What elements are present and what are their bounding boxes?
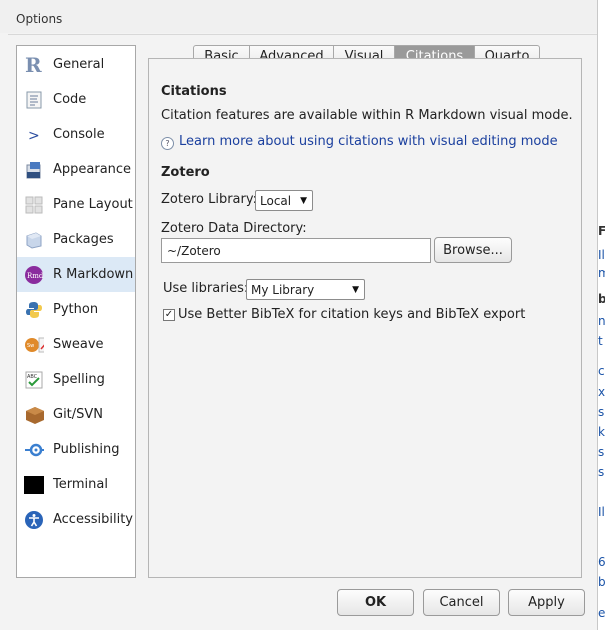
zotero-library-value: Local (260, 193, 292, 208)
background-text-fragment: t (598, 334, 603, 348)
citations-help-link[interactable]: Learn more about using citations with vi… (179, 134, 558, 149)
background-text-fragment: s (598, 465, 605, 479)
sidebar-item-label: Packages (53, 232, 114, 247)
ok-button[interactable]: OK (337, 589, 414, 616)
sidebar-item-terminal[interactable]: Terminal (17, 467, 135, 502)
browse-button[interactable]: Browse... (434, 237, 512, 263)
r-logo-icon: R (24, 55, 44, 75)
sidebar-item-label: Terminal (53, 477, 108, 492)
background-text-fragment: c (598, 364, 605, 378)
packages-box-icon (24, 230, 44, 250)
git-svn-box-icon (24, 405, 44, 425)
svg-text:>: > (28, 128, 40, 144)
better-bibtex-checkbox[interactable]: ✓ (163, 309, 175, 321)
checkmark-icon: ✓ (164, 309, 174, 320)
sidebar-item-sweave[interactable]: Sw Sweave (17, 327, 135, 362)
options-dialog: Options R General Code > Console Appearance Pa… (0, 0, 598, 630)
background-text-fragment: e (598, 606, 605, 620)
pane-layout-icon (24, 195, 44, 215)
sidebar-item-git-svn[interactable]: Git/SVN (17, 397, 135, 432)
dropdown-arrow-icon: ▼ (300, 195, 307, 206)
sidebar-item-label: Code (53, 92, 87, 107)
spelling-check-icon: ABC (24, 370, 44, 390)
use-libraries-select[interactable]: My Library ▼ (246, 279, 365, 300)
svg-text:ABC: ABC (27, 374, 38, 380)
zotero-data-directory-input[interactable]: ~/Zotero (161, 238, 431, 263)
title-separator (8, 34, 597, 35)
appearance-paint-icon (24, 160, 44, 180)
sidebar-item-r-markdown[interactable]: Rmd R Markdown (17, 257, 135, 292)
svg-text:Sw: Sw (27, 343, 34, 349)
title-bar[interactable]: Options (0, 0, 597, 33)
sidebar-item-general[interactable]: R General (17, 47, 135, 82)
citations-heading: Citations (161, 84, 227, 99)
svg-text:Rmd: Rmd (27, 272, 44, 280)
background-text-fragment: Il (598, 248, 605, 262)
sidebar-item-label: Accessibility (53, 512, 133, 527)
svg-text:R: R (25, 55, 42, 75)
use-libraries-label: Use libraries: (163, 281, 249, 296)
sidebar-item-label: Spelling (53, 372, 105, 387)
zotero-library-label: Zotero Library: (161, 192, 257, 207)
background-text-fragment: F (598, 224, 605, 238)
help-icon: ? (161, 137, 174, 150)
options-sidebar: R General Code > Console Appearance Pane Layou… (16, 45, 136, 578)
sidebar-item-code[interactable]: Code (17, 82, 135, 117)
background-text-fragment: b (598, 575, 605, 589)
use-libraries-value: My Library (251, 282, 315, 297)
publishing-icon (24, 440, 44, 460)
sidebar-item-label: Appearance (53, 162, 132, 177)
sidebar-item-label: R Markdown (53, 267, 134, 282)
sidebar-item-label: Console (53, 127, 105, 142)
sidebar-item-pane-layout[interactable]: Pane Layout (17, 187, 135, 222)
sidebar-item-spelling[interactable]: ABC Spelling (17, 362, 135, 397)
accessibility-icon (24, 510, 44, 530)
rmarkdown-icon: Rmd (24, 265, 44, 285)
citations-panel: Citations Citation features are availabl… (148, 58, 582, 578)
sidebar-item-accessibility[interactable]: Accessibility (17, 502, 135, 537)
zotero-data-directory-value: ~/Zotero (167, 243, 221, 258)
sidebar-item-publishing[interactable]: Publishing (17, 432, 135, 467)
background-text-fragment: n (598, 314, 605, 328)
sidebar-item-appearance[interactable]: Appearance (17, 152, 135, 187)
sidebar-item-console[interactable]: > Console (17, 117, 135, 152)
zotero-library-select[interactable]: Local ▼ (255, 190, 313, 211)
zotero-data-directory-label: Zotero Data Directory: (161, 221, 307, 236)
console-prompt-icon: > (24, 125, 44, 145)
better-bibtex-label: Use Better BibTeX for citation keys and … (178, 307, 526, 322)
citations-description: Citation features are available within R… (161, 108, 573, 123)
background-text-fragment: m (598, 266, 605, 280)
background-text-fragment: s (598, 405, 605, 419)
background-text-fragment: k (598, 425, 605, 439)
sidebar-item-label: General (53, 57, 105, 72)
sidebar-item-label: Git/SVN (53, 407, 104, 422)
code-document-icon (24, 90, 44, 110)
background-text-fragment: b (598, 292, 605, 306)
zotero-heading: Zotero (161, 165, 210, 180)
cancel-button[interactable]: Cancel (423, 589, 500, 616)
background-text-fragment: s (598, 445, 605, 459)
python-logo-icon (24, 300, 44, 320)
sidebar-item-python[interactable]: Python (17, 292, 135, 327)
background-text-fragment: Il (598, 505, 605, 519)
sidebar-item-label: Pane Layout (53, 197, 133, 212)
sidebar-item-label: Sweave (53, 337, 104, 352)
background-text-fragment: x (598, 385, 605, 399)
background-text-fragment: 6 (598, 555, 605, 569)
sweave-pdf-icon: Sw (24, 335, 44, 355)
sidebar-item-packages[interactable]: Packages (17, 222, 135, 257)
apply-button[interactable]: Apply (508, 589, 585, 616)
sidebar-item-label: Python (53, 302, 99, 317)
sidebar-item-label: Publishing (53, 442, 120, 457)
dropdown-arrow-icon: ▼ (352, 284, 359, 295)
terminal-icon (24, 475, 44, 495)
window-title: Options (16, 12, 63, 26)
